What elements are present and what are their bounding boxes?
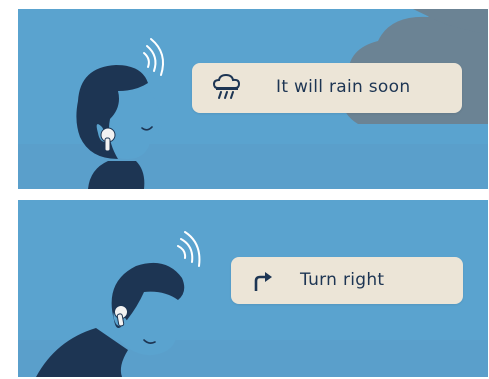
turn-notification-pill: Turn right <box>231 257 463 304</box>
rain-notification-pill: It will rain soon <box>192 63 462 113</box>
rain-notification-panel: It will rain soon <box>18 9 488 189</box>
rain-cloud-icon <box>212 74 241 99</box>
turn-right-arrow-icon <box>254 272 272 291</box>
turn-notification-text: Turn right <box>300 270 385 290</box>
rain-notification-text: It will rain soon <box>276 77 411 97</box>
turn-notification-panel: Turn right <box>18 200 488 377</box>
